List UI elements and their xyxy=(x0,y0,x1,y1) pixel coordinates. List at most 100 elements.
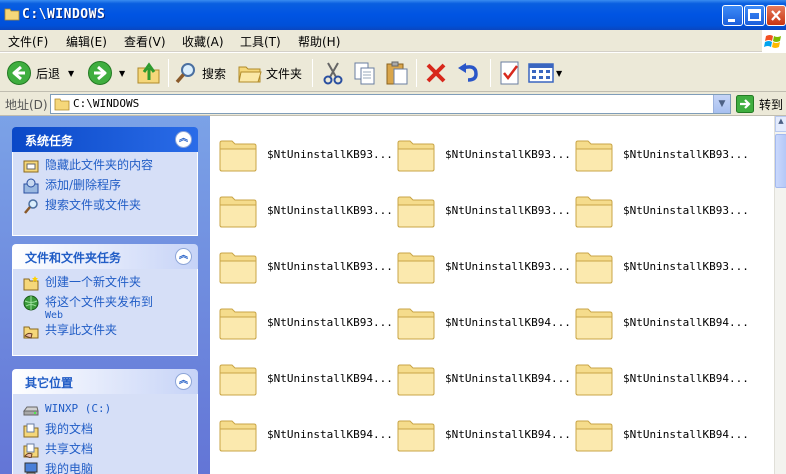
add-remove-programs-label: 添加/删除程序 xyxy=(45,178,122,192)
other-places-header[interactable]: 其它位置 ︽ xyxy=(12,369,198,394)
folder-item[interactable]: $NtUninstallKB93... xyxy=(388,243,571,299)
folder-icon xyxy=(219,420,257,452)
publish-to-web-link[interactable]: 将这个文件夹发布到 Web xyxy=(23,295,197,323)
undo-icon xyxy=(458,63,478,82)
folder-icon xyxy=(219,140,257,172)
minimize-button[interactable] xyxy=(722,5,743,26)
folder-name: $NtUninstallKB93... xyxy=(445,148,571,161)
folder-item[interactable]: $NtUninstallKB94... xyxy=(388,411,571,467)
title-bar[interactable]: C:\WINDOWS xyxy=(0,0,786,30)
folder-item[interactable]: $NtUninstallKB93... xyxy=(210,299,393,355)
menu-tools[interactable]: 工具(T) xyxy=(240,33,281,50)
back-dropdown-icon[interactable]: ▼ xyxy=(68,69,74,78)
folders-icon xyxy=(238,66,262,83)
folder-item[interactable]: $NtUninstallKB93... xyxy=(210,243,393,299)
my-computer-link[interactable]: 我的电脑 xyxy=(23,462,197,474)
folder-item[interactable]: $NtUninstallKB94... xyxy=(388,299,571,355)
system-tasks-header[interactable]: 系统任务 ︽ xyxy=(12,127,198,152)
folder-item[interactable]: $NtUninstallKB93... xyxy=(388,131,571,187)
my-documents-icon xyxy=(23,423,39,438)
maximize-button[interactable] xyxy=(744,5,765,26)
scrollbar-thumb[interactable] xyxy=(775,134,786,188)
window-title: C:\WINDOWS xyxy=(22,7,106,22)
folder-item[interactable]: $NtUninstallKB94... xyxy=(566,355,749,411)
folder-item[interactable]: $NtUninstallKB94... xyxy=(210,355,393,411)
hide-folder-contents-link[interactable]: 隐藏此文件夹的内容 xyxy=(23,158,197,178)
paste-button[interactable] xyxy=(384,57,410,89)
menu-file[interactable]: 文件(F) xyxy=(8,33,48,50)
folder-item[interactable]: $NtUninstallKB93... xyxy=(566,243,749,299)
search-button[interactable]: 搜索 xyxy=(174,57,226,89)
folder-name: $NtUninstallKB94... xyxy=(267,428,393,441)
toolbar-separator xyxy=(168,59,169,87)
properties-button[interactable] xyxy=(498,57,522,89)
folder-item[interactable]: $NtUninstallKB94... xyxy=(566,299,749,355)
folder-item[interactable]: $NtUninstallKB94... xyxy=(388,355,571,411)
file-folder-tasks-panel: 文件和文件夹任务 ︽ 创建一个新文件夹 将这个文件夹发布到 Web 共享此文件夹 xyxy=(12,244,198,356)
address-label: 地址(D) xyxy=(5,98,48,112)
folder-icon xyxy=(397,252,435,284)
folder-item[interactable]: $NtUninstallKB93... xyxy=(210,131,393,187)
collapse-chevron-icon[interactable]: ︽ xyxy=(175,373,192,390)
file-folder-tasks-header[interactable]: 文件和文件夹任务 ︽ xyxy=(12,244,198,269)
forward-arrow-icon xyxy=(88,61,112,85)
address-dropdown-icon[interactable]: ▼ xyxy=(713,95,730,113)
new-folder-link[interactable]: 创建一个新文件夹 xyxy=(23,275,197,295)
search-files-label: 搜索文件或文件夹 xyxy=(45,198,142,212)
folder-name: $NtUninstallKB93... xyxy=(267,148,393,161)
close-button[interactable] xyxy=(766,5,786,26)
folder-icon xyxy=(397,140,435,172)
folder-item[interactable]: $NtUninstallKB94... xyxy=(566,411,749,467)
new-folder-icon xyxy=(23,276,39,291)
folder-icon xyxy=(397,196,435,228)
my-documents-link[interactable]: 我的文档 xyxy=(23,422,197,442)
folder-name: $NtUninstallKB93... xyxy=(267,260,393,273)
drive-c-link[interactable]: WINXP (C:) xyxy=(23,402,197,422)
menu-help[interactable]: 帮助(H) xyxy=(298,33,340,50)
back-button[interactable]: 后退 ▼ xyxy=(6,57,74,89)
folder-icon xyxy=(397,364,435,396)
go-button[interactable]: 转到 xyxy=(736,95,783,113)
undo-button[interactable] xyxy=(456,57,482,89)
folder-name: $NtUninstallKB93... xyxy=(445,260,571,273)
up-folder-button[interactable] xyxy=(136,57,162,89)
windows-logo-icon xyxy=(762,30,786,52)
folder-icon xyxy=(397,420,435,452)
properties-icon xyxy=(500,61,519,85)
folder-item[interactable]: $NtUninstallKB93... xyxy=(388,187,571,243)
share-folder-link[interactable]: 共享此文件夹 xyxy=(23,323,197,343)
explorer-window: C:\WINDOWS 文件(F) 编辑(E) 查看(V) 收藏(A) 工具(T)… xyxy=(0,0,786,474)
folder-item[interactable]: $NtUninstallKB94... xyxy=(210,411,393,467)
system-tasks-panel: 系统任务 ︽ 隐藏此文件夹的内容 添加/删除程序 搜索文件或文件夹 xyxy=(12,127,198,236)
forward-dropdown-icon[interactable]: ▼ xyxy=(119,69,125,78)
views-dropdown-icon[interactable]: ▼ xyxy=(556,69,562,78)
search-files-link[interactable]: 搜索文件或文件夹 xyxy=(23,198,197,218)
folders-label: 文件夹 xyxy=(266,66,303,81)
scissors-icon xyxy=(323,62,343,85)
scroll-up-icon[interactable]: ▲ xyxy=(775,116,786,132)
forward-button[interactable]: ▼ xyxy=(87,57,125,89)
collapse-chevron-icon[interactable]: ︽ xyxy=(175,131,192,148)
menu-edit[interactable]: 编辑(E) xyxy=(66,33,107,50)
copy-to-button[interactable] xyxy=(352,57,378,89)
delete-button[interactable] xyxy=(424,57,448,89)
menu-favorites[interactable]: 收藏(A) xyxy=(182,33,224,50)
folder-name: $NtUninstallKB94... xyxy=(445,372,571,385)
folder-name: $NtUninstallKB94... xyxy=(623,372,749,385)
menu-view[interactable]: 查看(V) xyxy=(124,33,166,50)
views-button[interactable]: ▼ xyxy=(528,57,562,89)
file-list-view[interactable]: $NtUninstallKB93... $NtUninstallKB93... $N… xyxy=(210,116,774,474)
other-places-panel: 其它位置 ︽ WINXP (C:) 我的文档 共享文档 我的电脑 xyxy=(12,369,198,474)
address-input[interactable]: C:\WINDOWS ▼ xyxy=(50,94,731,114)
folder-item[interactable]: $NtUninstallKB93... xyxy=(210,187,393,243)
collapse-chevron-icon[interactable]: ︽ xyxy=(175,248,192,265)
folder-item[interactable]: $NtUninstallKB93... xyxy=(566,131,749,187)
add-remove-programs-link[interactable]: 添加/删除程序 xyxy=(23,178,197,198)
shared-documents-link[interactable]: 共享文档 xyxy=(23,442,197,462)
task-pane: 系统任务 ︽ 隐藏此文件夹的内容 添加/删除程序 搜索文件或文件夹 文件和文件夹… xyxy=(0,116,210,474)
search-icon xyxy=(175,63,195,84)
move-to-button[interactable] xyxy=(320,57,346,89)
vertical-scrollbar[interactable]: ▲ xyxy=(774,116,786,474)
folders-button[interactable]: 文件夹 xyxy=(238,57,302,89)
folder-item[interactable]: $NtUninstallKB93... xyxy=(566,187,749,243)
